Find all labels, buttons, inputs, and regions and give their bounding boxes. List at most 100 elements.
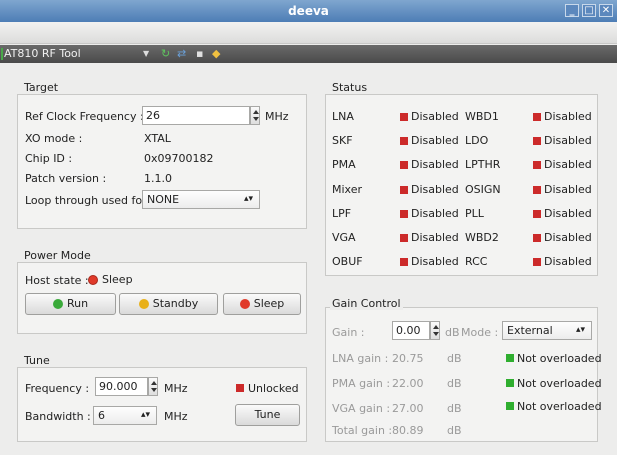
gain-input[interactable]: 0.00 (392, 321, 430, 340)
tag-icon[interactable]: ◆ (212, 48, 220, 60)
status-item-value: Disabled (411, 231, 459, 244)
host-state-label: Host state : (25, 274, 89, 287)
status-title: Status (330, 81, 370, 94)
total-gain-unit: dB (447, 424, 462, 437)
status-indicator (400, 258, 408, 266)
loop-through-value: NONE (147, 193, 180, 206)
status-indicator (533, 234, 541, 242)
combo-arrows-icon: ▴▾ (243, 194, 253, 204)
tool-selector[interactable]: AT810 RF Tool (1, 45, 81, 63)
status-item-label: LPTHR (465, 158, 501, 171)
frequency-label: Frequency : (25, 382, 90, 395)
bandwidth-unit: MHz (164, 410, 188, 423)
sleep-button[interactable]: Sleep (223, 293, 301, 315)
gain-unit: dB (445, 326, 460, 339)
status-item-value: Disabled (411, 134, 459, 147)
save-icon[interactable]: ▪ (196, 48, 203, 60)
chip-id-label: Chip ID : (25, 152, 73, 165)
patch-version-value: 1.1.0 (144, 172, 172, 185)
connect-icon[interactable]: ⇄ (177, 48, 186, 60)
status-item-label: LNA (332, 110, 354, 123)
status-indicator (400, 113, 408, 121)
tune-button[interactable]: Tune (235, 404, 300, 426)
lna-gain-label: LNA gain : (332, 352, 389, 365)
mode-select[interactable]: External ▴▾ (502, 321, 592, 340)
vga-status-indicator (506, 402, 514, 410)
status-item-label: RCC (465, 255, 488, 268)
status-item-label: OSIGN (465, 183, 501, 196)
status-indicator (400, 210, 408, 218)
status-indicator (400, 186, 408, 194)
status-indicator (400, 234, 408, 242)
status-item-label: SKF (332, 134, 353, 147)
ref-clock-label: Ref Clock Frequency : (25, 110, 144, 123)
xo-mode-label: XO mode : (25, 132, 83, 145)
status-item-label: WBD1 (465, 110, 499, 123)
play-icon (52, 299, 63, 309)
pma-gain-unit: dB (447, 377, 462, 390)
frequency-spinner[interactable] (148, 377, 158, 396)
status-item-label: LDO (465, 134, 489, 147)
lock-status-indicator (236, 384, 244, 392)
gain-label: Gain : (332, 326, 365, 339)
vga-gain-label: VGA gain : (332, 402, 391, 415)
status-item-value: Disabled (544, 207, 592, 220)
pma-status: Not overloaded (517, 377, 602, 390)
window-titlebar[interactable]: deeva _ □ ✕ (0, 0, 617, 22)
standby-label: Standby (152, 297, 199, 310)
dropdown-arrow-icon[interactable]: ▼ (143, 48, 149, 60)
status-item-label: WBD2 (465, 231, 499, 244)
sleep-state-icon (88, 275, 98, 285)
vga-gain-value: 27.00 (392, 402, 424, 415)
status-indicator (533, 210, 541, 218)
status-item-value: Disabled (544, 158, 592, 171)
status-indicator (533, 113, 541, 121)
status-item-value: Disabled (544, 183, 592, 196)
status-indicator (533, 258, 541, 266)
status-item-value: Disabled (544, 110, 592, 123)
gain-control-title: Gain Control (330, 297, 403, 310)
pma-gain-value: 22.00 (392, 377, 424, 390)
run-button[interactable]: Run (25, 293, 116, 315)
status-item-value: Disabled (411, 110, 459, 123)
host-state: Sleep (88, 273, 133, 286)
total-gain-label: Total gain : (332, 424, 393, 437)
chip-id-value: 0x09700182 (144, 152, 214, 165)
mode-value: External (507, 324, 553, 337)
status-item-value: Disabled (544, 134, 592, 147)
combo-arrows-icon: ▴▾ (575, 325, 585, 335)
status-item-label: Mixer (332, 183, 363, 196)
mode-label: Mode : (461, 326, 499, 339)
bandwidth-label: Bandwidth : (25, 410, 91, 423)
loop-through-select[interactable]: NONE ▴▾ (142, 190, 260, 209)
gain-spinner[interactable] (430, 321, 440, 340)
power-mode-title: Power Mode (22, 249, 93, 262)
maximize-button[interactable]: □ (582, 4, 596, 17)
bandwidth-select[interactable]: 6 ▴▾ (93, 406, 157, 425)
ref-clock-unit: MHz (265, 110, 289, 123)
status-indicator (533, 137, 541, 145)
standby-button[interactable]: Standby (119, 293, 218, 315)
frequency-unit: MHz (164, 382, 188, 395)
ref-clock-input[interactable]: 26 (142, 106, 250, 125)
status-item-value: Disabled (411, 255, 459, 268)
status-indicator (533, 161, 541, 169)
close-button[interactable]: ✕ (599, 4, 613, 17)
combo-arrows-icon: ▴▾ (140, 410, 150, 420)
toolbar: AT810 RF Tool ▼ ↻ ⇄ ▪ ◆ (0, 45, 617, 63)
frequency-input[interactable]: 90.000 (95, 377, 148, 396)
target-title: Target (22, 81, 61, 94)
status-item-label: PLL (465, 207, 484, 220)
status-item-value: Disabled (411, 158, 459, 171)
pma-gain-label: PMA gain : (332, 377, 391, 390)
patch-version-label: Patch version : (25, 172, 107, 185)
refresh-icon[interactable]: ↻ (161, 48, 170, 60)
lna-status-indicator (506, 354, 514, 362)
minimize-button[interactable]: _ (565, 4, 579, 17)
lna-gain-value: 20.75 (392, 352, 424, 365)
ref-clock-spinner[interactable] (250, 106, 260, 125)
window-title: deeva (288, 4, 329, 18)
host-state-value: Sleep (102, 273, 133, 286)
menu-strip (0, 22, 617, 44)
status-item-value: Disabled (411, 207, 459, 220)
